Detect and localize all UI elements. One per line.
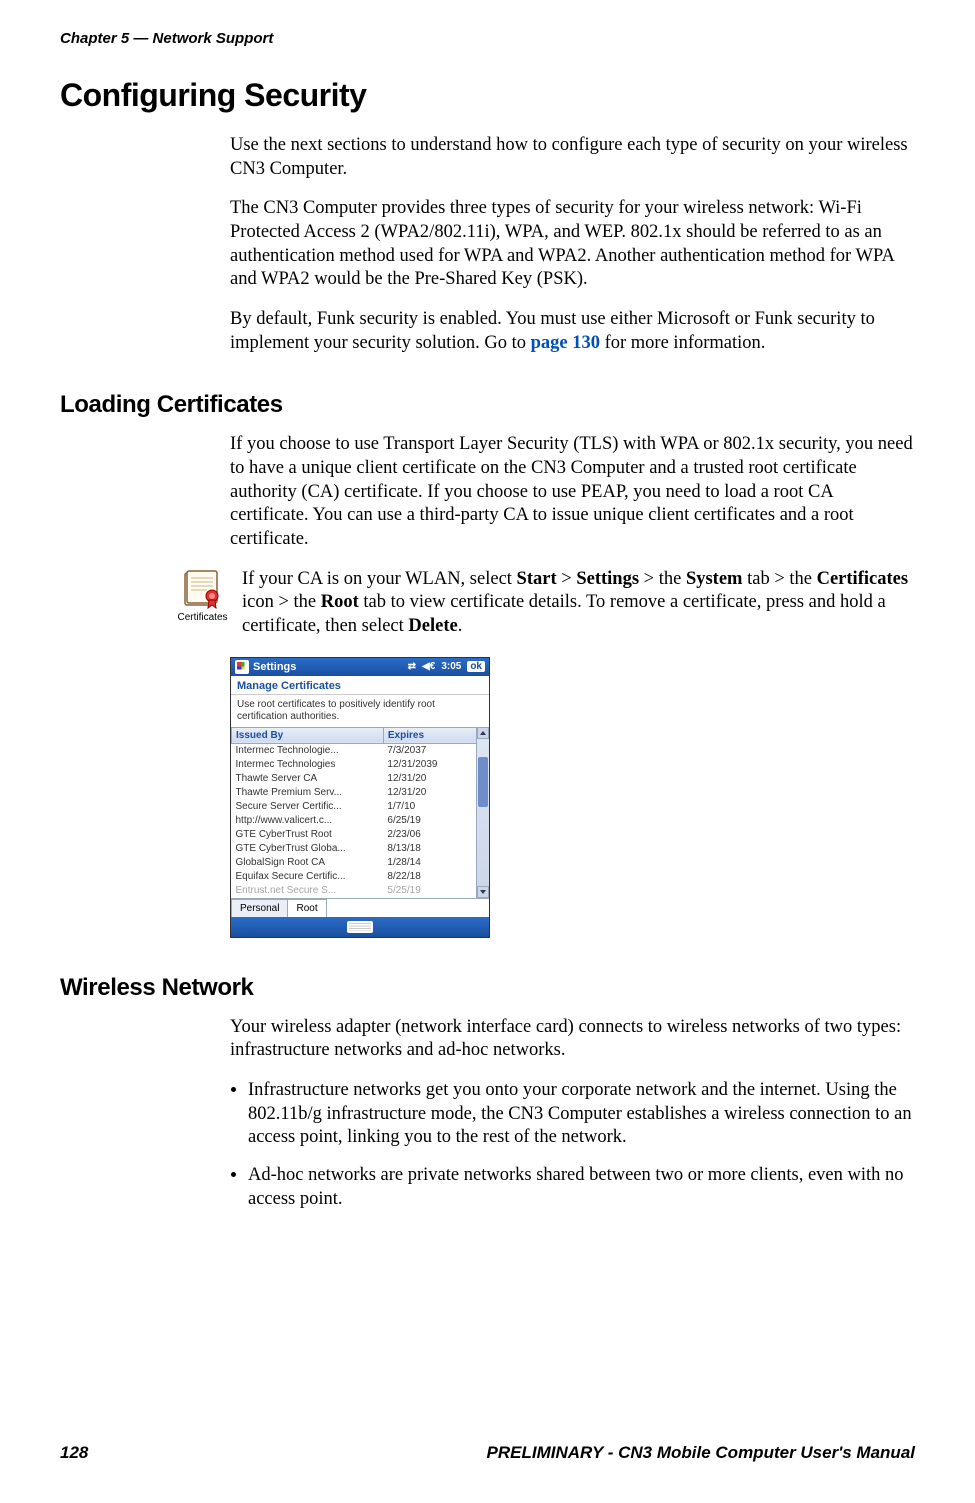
cell-expires: 8/22/18 bbox=[383, 870, 476, 884]
section-heading-wireless-network: Wireless Network bbox=[60, 974, 915, 1002]
instruction-text: Use root certificates to positively iden… bbox=[231, 695, 489, 727]
table-row[interactable]: Intermec Technologie...7/3/2037 bbox=[232, 743, 477, 758]
body-paragraph: Your wireless adapter (network interface… bbox=[230, 1016, 915, 1063]
table-row[interactable]: Thawte Server CA12/31/20 bbox=[232, 772, 477, 786]
body-paragraph: By default, Funk security is enabled. Yo… bbox=[230, 308, 915, 355]
cell-issued-by: Thawte Server CA bbox=[232, 772, 384, 786]
cell-issued-by: GTE CyberTrust Globa... bbox=[232, 842, 384, 856]
scroll-down-button[interactable] bbox=[477, 886, 489, 898]
ui-path-step: Settings bbox=[576, 569, 639, 589]
scroll-thumb[interactable] bbox=[478, 757, 488, 807]
certificate-table: Issued By Expires Intermec Technologie..… bbox=[231, 727, 477, 898]
text-fragment: tab > the bbox=[742, 569, 816, 589]
ui-path-step: System bbox=[686, 569, 743, 589]
table-row[interactable]: GTE CyberTrust Root2/23/06 bbox=[232, 828, 477, 842]
body-paragraph: Use the next sections to understand how … bbox=[230, 134, 915, 181]
wm-bottombar bbox=[231, 917, 489, 937]
col-header-issued-by[interactable]: Issued By bbox=[232, 727, 384, 743]
certificates-icon-label: Certificates bbox=[175, 612, 230, 623]
text-fragment: > the bbox=[639, 569, 686, 589]
body-paragraph: If your CA is on your WLAN, select Start… bbox=[242, 568, 915, 639]
running-header: Chapter 5 — Network Support bbox=[60, 30, 915, 47]
text-fragment: If your CA is on your WLAN, select bbox=[242, 569, 517, 589]
ui-path-step: Delete bbox=[408, 616, 457, 636]
page-title: Configuring Security bbox=[60, 77, 915, 114]
publication-title: PRELIMINARY - CN3 Mobile Computer User's… bbox=[487, 1443, 915, 1463]
page-footer: 128 PRELIMINARY - CN3 Mobile Computer Us… bbox=[60, 1443, 915, 1463]
page-number: 128 bbox=[60, 1443, 88, 1463]
ui-path-step: Root bbox=[321, 592, 359, 612]
table-row[interactable]: GTE CyberTrust Globa...8/13/18 bbox=[232, 842, 477, 856]
text-fragment: for more information. bbox=[600, 333, 765, 353]
cell-issued-by: GlobalSign Root CA bbox=[232, 856, 384, 870]
cell-expires: 6/25/19 bbox=[383, 814, 476, 828]
ui-path-step: Start bbox=[517, 569, 557, 589]
text-fragment: icon > the bbox=[242, 592, 321, 612]
table-row[interactable]: GlobalSign Root CA1/28/14 bbox=[232, 856, 477, 870]
cell-expires: 2/23/06 bbox=[383, 828, 476, 842]
table-row[interactable]: Equifax Secure Certific...8/22/18 bbox=[232, 870, 477, 884]
cell-issued-by: Intermec Technologies bbox=[232, 758, 384, 772]
table-row[interactable]: Entrust.net Secure S...5/25/19 bbox=[232, 884, 477, 898]
cell-expires: 7/3/2037 bbox=[383, 743, 476, 758]
cell-issued-by: Entrust.net Secure S... bbox=[232, 884, 384, 898]
cell-expires: 12/31/20 bbox=[383, 786, 476, 800]
cell-issued-by: Thawte Premium Serv... bbox=[232, 786, 384, 800]
section-heading-loading-certificates: Loading Certificates bbox=[60, 391, 915, 419]
table-row[interactable]: Intermec Technologies12/31/2039 bbox=[232, 758, 477, 772]
col-header-expires[interactable]: Expires bbox=[383, 727, 476, 743]
list-item-text: Infrastructure networks get you onto you… bbox=[248, 1080, 912, 1147]
list-item: Infrastructure networks get you onto you… bbox=[248, 1079, 915, 1150]
table-row[interactable]: Thawte Premium Serv...12/31/20 bbox=[232, 786, 477, 800]
connectivity-icon[interactable]: ⇄ bbox=[408, 661, 416, 672]
start-menu-icon[interactable] bbox=[235, 660, 249, 674]
volume-icon[interactable]: ◀€ bbox=[422, 661, 435, 672]
cell-expires: 8/13/18 bbox=[383, 842, 476, 856]
table-row[interactable]: http://www.valicert.c...6/25/19 bbox=[232, 814, 477, 828]
cell-issued-by: GTE CyberTrust Root bbox=[232, 828, 384, 842]
body-paragraph: If you choose to use Transport Layer Sec… bbox=[230, 433, 915, 551]
ok-button[interactable]: ok bbox=[467, 661, 485, 672]
scroll-up-button[interactable] bbox=[477, 727, 489, 739]
cell-expires: 12/31/20 bbox=[383, 772, 476, 786]
list-item: Ad-hoc networks are private networks sha… bbox=[248, 1164, 915, 1211]
cell-expires: 1/7/10 bbox=[383, 800, 476, 814]
applet-subtitle: Manage Certificates bbox=[231, 676, 489, 695]
cell-issued-by: http://www.valicert.c... bbox=[232, 814, 384, 828]
cell-expires: 1/28/14 bbox=[383, 856, 476, 870]
certificate-icon bbox=[181, 570, 225, 610]
list-item-text: Ad-hoc networks are private networks sha… bbox=[248, 1165, 904, 1209]
applet-title: Settings bbox=[253, 661, 296, 673]
text-fragment: > bbox=[557, 569, 577, 589]
body-paragraph: The CN3 Computer provides three types of… bbox=[230, 197, 915, 292]
cell-issued-by: Secure Server Certific... bbox=[232, 800, 384, 814]
cell-issued-by: Intermec Technologie... bbox=[232, 743, 384, 758]
bullet-list: Infrastructure networks get you onto you… bbox=[248, 1079, 915, 1211]
text-fragment: . bbox=[458, 616, 463, 636]
tab-bar: Personal Root bbox=[231, 898, 489, 917]
certificates-applet-icon: Certificates bbox=[175, 568, 230, 647]
clock-label: 3:05 bbox=[441, 661, 461, 672]
table-row[interactable]: Secure Server Certific...1/7/10 bbox=[232, 800, 477, 814]
page-link[interactable]: page 130 bbox=[531, 333, 600, 353]
embedded-screenshot-certificates: Settings ⇄ ◀€ 3:05 ok Manage Certificate… bbox=[230, 657, 490, 938]
cell-issued-by: Equifax Secure Certific... bbox=[232, 870, 384, 884]
sip-keyboard-icon[interactable] bbox=[347, 921, 373, 933]
cell-expires: 12/31/2039 bbox=[383, 758, 476, 772]
ui-path-step: Certificates bbox=[817, 569, 908, 589]
tab-personal[interactable]: Personal bbox=[231, 899, 288, 917]
cell-expires: 5/25/19 bbox=[383, 884, 476, 898]
certificate-list-scrollpane[interactable]: Issued By Expires Intermec Technologie..… bbox=[231, 727, 489, 898]
wm-titlebar: Settings ⇄ ◀€ 3:05 ok bbox=[231, 658, 489, 676]
tab-root[interactable]: Root bbox=[287, 899, 326, 917]
